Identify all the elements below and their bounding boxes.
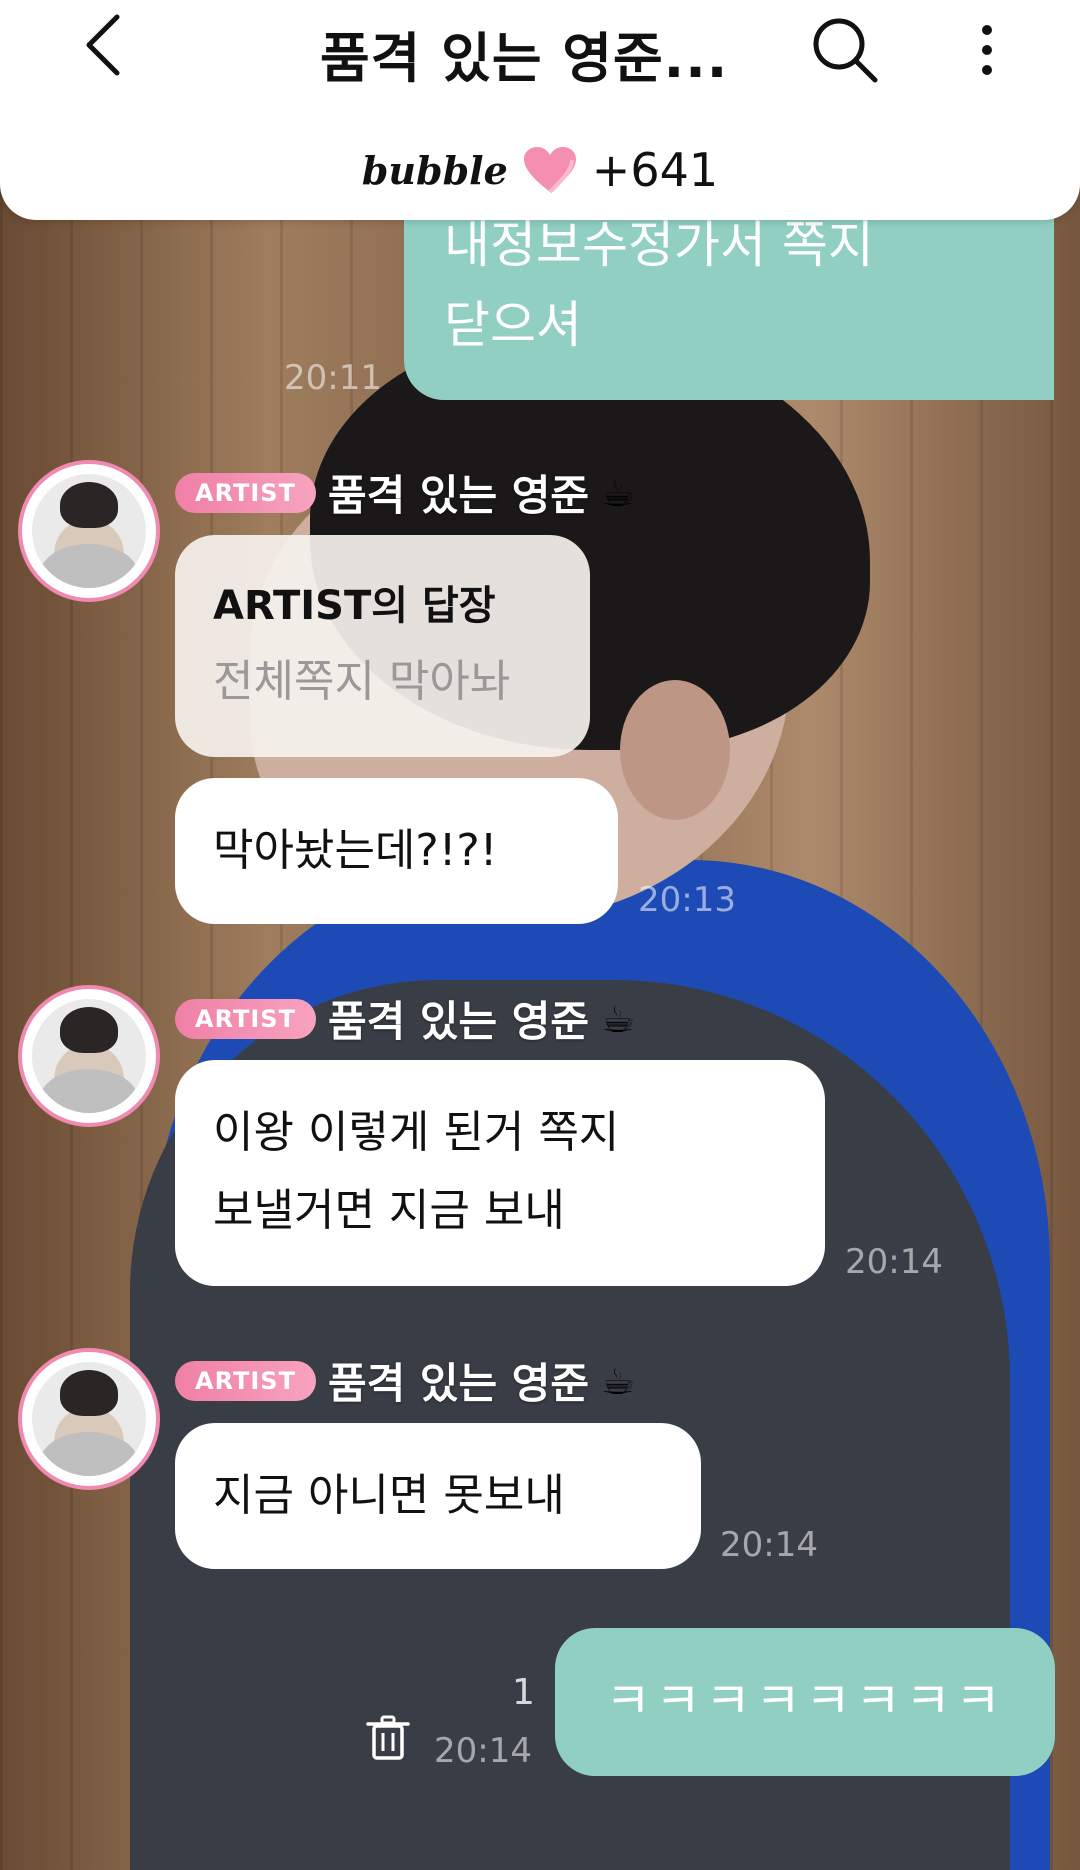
heart-count: +641	[591, 143, 719, 197]
message-time: 20:14	[845, 1242, 943, 1282]
reply-quote-text: 전체쪽지 막아놔	[213, 656, 511, 707]
sender-header: ARTIST 품격 있는 영준 ☕	[175, 988, 635, 1049]
bubble-status-bar[interactable]: bubble +641	[0, 140, 1080, 200]
more-menu-button[interactable]	[960, 10, 1014, 90]
coffee-cup-icon: ☕	[601, 1358, 636, 1403]
bubble-brand: bubble	[361, 147, 508, 193]
avatar-image	[32, 1362, 146, 1476]
back-arrow-icon	[86, 14, 120, 76]
avatar-image	[32, 474, 146, 588]
message-time: 20:14	[720, 1525, 818, 1565]
coffee-cup-icon: ☕	[601, 996, 636, 1041]
coffee-cup-icon: ☕	[601, 470, 636, 515]
chat-header: 품격 있는 영준... bubble +641	[0, 0, 1080, 220]
message-text: 지금 아니면 못보내	[213, 1470, 565, 1521]
search-icon	[813, 18, 878, 83]
delete-button[interactable]	[362, 1712, 414, 1764]
avatar-image	[32, 999, 146, 1113]
artist-badge: ARTIST	[175, 998, 316, 1039]
sender-header: ARTIST 품격 있는 영준 ☕	[175, 1350, 635, 1411]
trash-icon	[366, 1715, 410, 1760]
artist-badge: ARTIST	[175, 472, 316, 513]
chat-area[interactable]: 내정보수정가서 쪽지 닫으셔 20:11 ARTIST 품격 있는 영준 ☕ A…	[0, 0, 1080, 1870]
sender-name: 품격 있는 영준	[327, 1359, 590, 1408]
sender-name: 품격 있는 영준	[327, 997, 590, 1046]
message-time: 20:14	[434, 1731, 532, 1771]
my-message-bubble[interactable]: ㅋㅋㅋㅋㅋㅋㅋㅋ	[555, 1628, 1055, 1776]
artist-avatar[interactable]	[18, 1348, 160, 1490]
artist-message-bubble[interactable]: 막아놨는데?!?!	[175, 778, 618, 924]
unread-count: 1	[512, 1672, 535, 1713]
sender-header: ARTIST 품격 있는 영준 ☕	[175, 462, 635, 523]
reply-quote-bubble[interactable]: ARTIST의 답장 전체쪽지 막아놔	[175, 535, 590, 757]
message-text: 이왕 이렇게 된거 쪽지 보낼거면 지금 보내	[213, 1107, 620, 1236]
message-time: 20:11	[284, 358, 382, 398]
artist-avatar[interactable]	[18, 985, 160, 1127]
more-vertical-icon	[982, 25, 992, 75]
search-button[interactable]	[805, 10, 885, 90]
sender-name: 품격 있는 영준	[327, 471, 590, 520]
reply-title: ARTIST의 답장	[213, 583, 496, 629]
chat-title: 품격 있는 영준...	[320, 27, 729, 90]
artist-avatar[interactable]	[18, 460, 160, 602]
back-button[interactable]	[68, 10, 138, 80]
artist-badge: ARTIST	[175, 1360, 316, 1401]
message-time: 20:13	[638, 880, 736, 920]
artist-message-bubble[interactable]: 이왕 이렇게 된거 쪽지 보낼거면 지금 보내	[175, 1060, 825, 1286]
heart-icon	[523, 147, 576, 194]
message-text: 내정보수정가서 쪽지 닫으셔	[444, 216, 874, 354]
message-text: ㅋㅋㅋㅋㅋㅋㅋㅋ	[605, 1672, 1005, 1730]
artist-message-bubble[interactable]: 지금 아니면 못보내	[175, 1423, 701, 1569]
message-text: 막아놨는데?!?!	[213, 825, 498, 876]
